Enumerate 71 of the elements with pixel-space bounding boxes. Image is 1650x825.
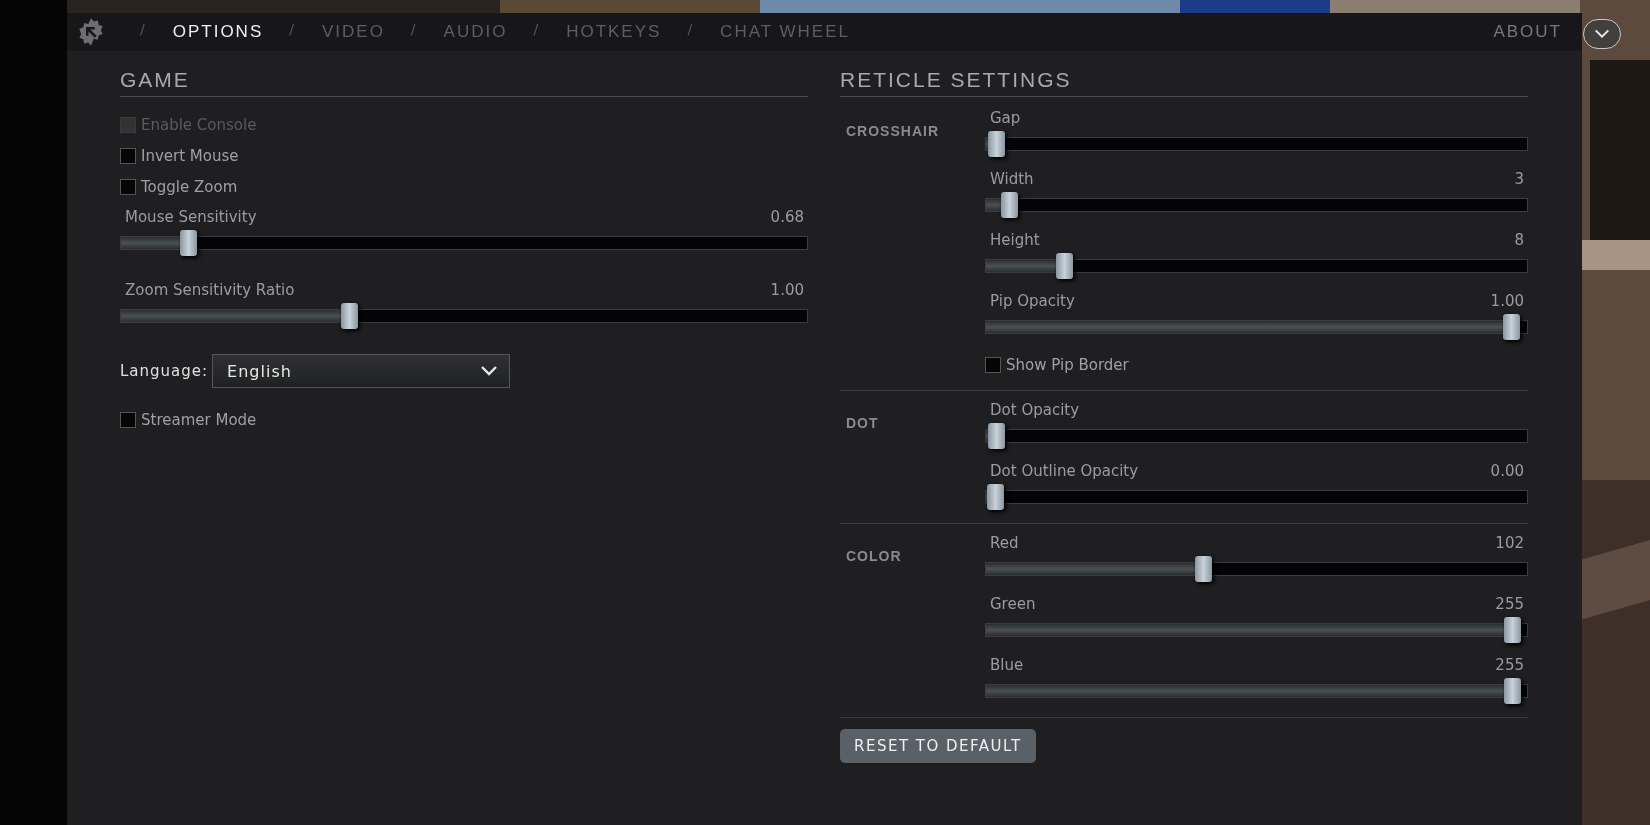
tab-separator: /	[533, 21, 539, 37]
dropdown-label: Language:	[120, 362, 209, 380]
about-link[interactable]: ABOUT	[1493, 22, 1562, 42]
slider-label: Gap	[990, 109, 1021, 127]
slider-track[interactable]	[985, 623, 1528, 637]
slider-label: Red	[990, 534, 1019, 552]
slider-value: 255	[1495, 595, 1524, 613]
checkbox[interactable]	[120, 411, 136, 428]
slider-thumb[interactable]	[987, 423, 1005, 449]
tab-separator: /	[289, 21, 294, 37]
slider-value: 8	[1514, 231, 1524, 249]
section-heading: GAME	[120, 51, 808, 97]
slider-label: Dot Opacity	[990, 401, 1080, 419]
group-label: DOT	[845, 414, 880, 433]
checkbox[interactable]	[120, 147, 136, 164]
checkbox-label: Toggle Zoom	[141, 177, 238, 196]
tab-separator: /	[410, 21, 416, 37]
slider-value: 1.00	[1490, 292, 1524, 310]
tab[interactable]: AUDIO	[443, 22, 508, 42]
slider-track[interactable]	[985, 320, 1528, 334]
slider-label: Dot Outline Opacity	[990, 462, 1139, 480]
slider-thumb[interactable]	[1504, 678, 1522, 704]
group-label: COLOR	[845, 547, 903, 566]
slider-thumb[interactable]	[341, 303, 359, 329]
slider-thumb[interactable]	[1503, 314, 1521, 340]
checkbox-label: Streamer Mode	[141, 410, 257, 429]
slider-thumb[interactable]	[987, 131, 1005, 157]
group-label: CROSSHAIR	[845, 122, 940, 141]
tab[interactable]: CHAT WHEEL	[720, 22, 850, 42]
checkbox-label: Invert Mouse	[141, 146, 239, 165]
slider-track[interactable]	[120, 309, 808, 323]
slider-label: Pip Opacity	[990, 292, 1075, 310]
checkbox-label: Show Pip Border	[1006, 355, 1129, 374]
slider-thumb[interactable]	[1504, 617, 1522, 643]
slider-label: Mouse Sensitivity	[125, 208, 257, 226]
reset-button[interactable]: RESET TO DEFAULT	[840, 729, 1036, 763]
tab[interactable]: OPTIONS	[172, 22, 264, 42]
slider-value: 255	[1495, 656, 1524, 674]
slider-track[interactable]	[985, 429, 1528, 443]
slider-track[interactable]	[985, 259, 1528, 273]
tab[interactable]: VIDEO	[321, 22, 385, 42]
slider-thumb[interactable]	[1195, 556, 1213, 582]
slider-thumb[interactable]	[1000, 192, 1018, 218]
slider-label: Width	[990, 170, 1034, 188]
slider-value: 3	[1514, 170, 1524, 188]
slider-track[interactable]	[985, 490, 1528, 504]
slider-track[interactable]	[120, 236, 808, 250]
settings-icon	[76, 17, 106, 47]
slider-track[interactable]	[985, 684, 1528, 698]
slider-value: 0.00	[1490, 462, 1524, 480]
slider-track[interactable]	[985, 562, 1528, 576]
tab-separator: /	[687, 21, 693, 37]
slider-label: Green	[990, 595, 1036, 613]
slider-thumb[interactable]	[1056, 253, 1073, 279]
slider-label: Blue	[990, 656, 1024, 674]
slider-thumb[interactable]	[986, 484, 1004, 510]
slider-label: Zoom Sensitivity Ratio	[125, 281, 295, 299]
slider-value: 1.00	[770, 281, 804, 299]
slider-label: Height	[990, 231, 1040, 249]
section-heading: RETICLE SETTINGS	[840, 51, 1528, 97]
slider-track[interactable]	[985, 198, 1528, 212]
slider-value: 0.68	[770, 208, 804, 226]
checkbox[interactable]	[985, 356, 1001, 373]
tab[interactable]: HOTKEYS	[566, 22, 662, 42]
checkbox[interactable]	[120, 178, 136, 195]
slider-thumb[interactable]	[180, 230, 198, 256]
slider-value: 102	[1495, 534, 1524, 552]
slider-track[interactable]	[985, 137, 1528, 151]
language-dropdown[interactable]: English	[212, 354, 511, 388]
tab-separator: /	[140, 21, 145, 37]
checkbox-label: Enable Console	[141, 115, 257, 134]
